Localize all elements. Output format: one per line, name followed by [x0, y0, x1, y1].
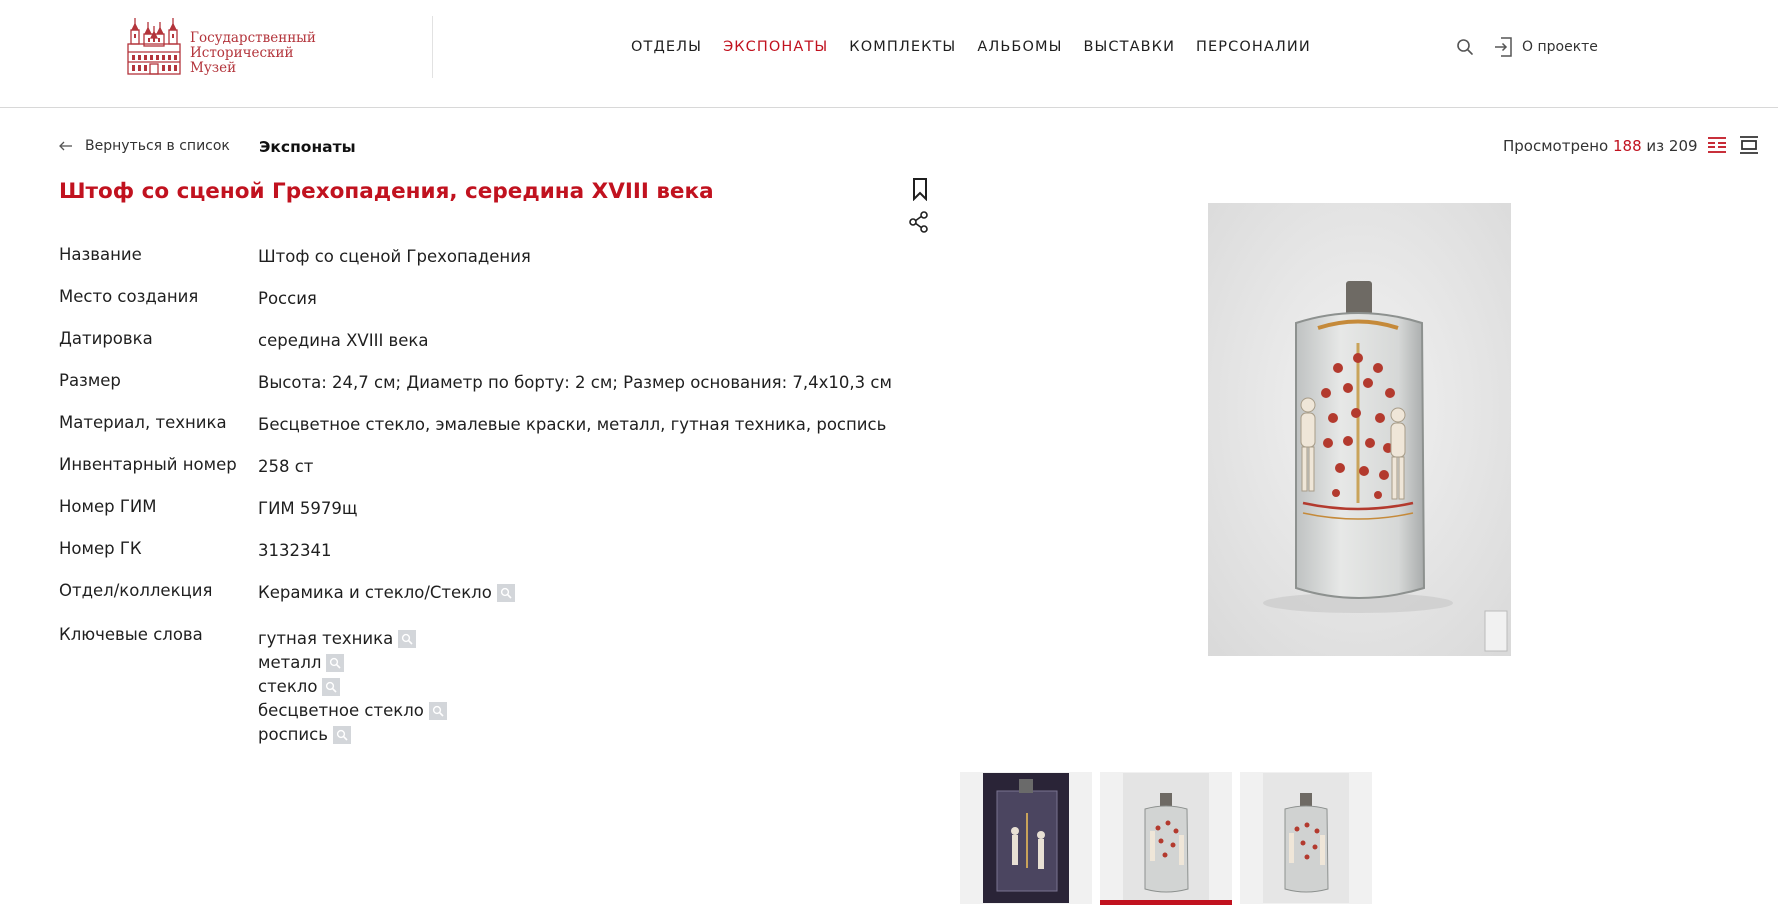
search-icon: [496, 584, 515, 602]
about-project-link[interactable]: О проекте: [1494, 36, 1598, 58]
list-view-toggle[interactable]: [1706, 134, 1728, 156]
field-value: Бесцветное стекло, эмалевые краски, мета…: [258, 415, 887, 434]
bookmark-button[interactable]: [910, 177, 930, 202]
search-icon: [332, 726, 351, 744]
keyword-link[interactable]: роспись: [258, 725, 351, 745]
field-label: Датировка: [59, 329, 153, 348]
back-to-list-link[interactable]: Вернуться в список: [59, 138, 230, 154]
thumbnail-image: [1263, 773, 1349, 903]
field-label: Место создания: [59, 287, 199, 306]
arrow-left-icon: [59, 141, 72, 151]
header-divider: [432, 16, 433, 78]
login-icon: [1495, 37, 1512, 57]
field-value: Штоф со сценой Грехопадения: [258, 247, 531, 266]
field-label: Номер ГИМ: [59, 497, 157, 516]
field-size: Размер Высота: 24,7 см; Диаметр по борту…: [59, 371, 899, 413]
full-view-toggle[interactable]: [1738, 134, 1760, 156]
field-value: 258 ст: [258, 457, 314, 476]
share-button[interactable]: [908, 210, 930, 234]
field-value: ГИМ 5979щ: [258, 499, 358, 518]
thumbnail-2[interactable]: [1100, 772, 1232, 905]
nav-item-persons[interactable]: ПЕРСОНАЛИИ: [1196, 38, 1311, 56]
logo-line-2: Исторический: [190, 45, 294, 61]
full-view-icon: [1740, 136, 1758, 154]
nav-item-albums[interactable]: АЛЬБОМЫ: [977, 38, 1062, 56]
field-name: Название Штоф со сценой Грехопадения: [59, 245, 899, 287]
field-gk-number: Номер ГК 3132341: [59, 539, 899, 581]
field-place: Место создания Россия: [59, 287, 899, 329]
viewed-prefix: Просмотрено: [1503, 137, 1609, 155]
nav-item-exhibitions[interactable]: ВЫСТАВКИ: [1083, 38, 1175, 56]
search-icon: [428, 702, 447, 720]
field-value: Высота: 24,7 см; Диаметр по борту: 2 см;…: [258, 373, 892, 392]
nav-item-sets[interactable]: КОМПЛЕКТЫ: [849, 38, 956, 56]
bottle-photo: [1208, 203, 1511, 656]
keyword-link[interactable]: стекло: [258, 677, 341, 697]
field-label: Название: [59, 245, 142, 264]
collection-search-link[interactable]: Керамика и стекло/Стекло: [258, 583, 515, 603]
field-value: Россия: [258, 289, 317, 308]
thumbnail-image: [1123, 773, 1209, 903]
about-project-label: О проекте: [1522, 39, 1598, 55]
thumbnail-image: [983, 773, 1069, 903]
keyword-text: стекло: [258, 677, 318, 696]
breadcrumb[interactable]: Экспонаты: [259, 138, 356, 156]
keyword-link[interactable]: бесцветное стекло: [258, 701, 447, 721]
field-label: Материал, техника: [59, 413, 227, 432]
viewed-counter: Просмотрено 188 из 209: [1503, 137, 1698, 155]
field-material: Материал, техника Бесцветное стекло, эма…: [59, 413, 899, 455]
field-keywords: Ключевые слова гутная техника металл сте…: [59, 625, 899, 744]
field-label: Размер: [59, 371, 121, 390]
share-icon: [909, 211, 928, 233]
field-label: Инвентарный номер: [59, 455, 237, 474]
object-details: Название Штоф со сценой Грехопадения Мес…: [59, 245, 899, 744]
nav-item-departments[interactable]: ОТДЕЛЫ: [631, 38, 702, 56]
viewed-current: 188: [1612, 137, 1642, 155]
field-collection: Отдел/коллекция Керамика и стекло/Стекло: [59, 581, 899, 625]
field-value: середина XVIII века: [258, 331, 429, 350]
field-label: Отдел/коллекция: [59, 581, 213, 600]
field-label: Ключевые слова: [59, 625, 203, 644]
museum-building-icon: [127, 18, 181, 75]
main-object-image[interactable]: [1208, 203, 1511, 656]
logo-line-1: Государственный: [190, 30, 316, 46]
keyword-text: металл: [258, 653, 322, 672]
field-value: Керамика и стекло/Стекло: [258, 583, 515, 625]
search-icon: [398, 630, 417, 648]
list-view-icon: [1708, 137, 1726, 153]
logo-line-3: Музей: [190, 60, 237, 76]
keyword-link[interactable]: металл: [258, 653, 345, 673]
keyword-text: гутная техника: [258, 629, 394, 648]
field-label: Номер ГК: [59, 539, 142, 558]
keyword-text: бесцветное стекло: [258, 701, 424, 720]
keyword-link[interactable]: гутная техника: [258, 629, 417, 649]
search-button[interactable]: [1456, 38, 1474, 56]
main-nav: ОТДЕЛЫ ЭКСПОНАТЫ КОМПЛЕКТЫ АЛЬБОМЫ ВЫСТА…: [631, 38, 1332, 56]
bookmark-icon: [913, 178, 927, 202]
nav-item-exhibits[interactable]: ЭКСПОНАТЫ: [723, 38, 828, 56]
viewed-total: 209: [1668, 137, 1698, 155]
back-to-list-label: Вернуться в список: [85, 138, 230, 154]
field-inventory: Инвентарный номер 258 ст: [59, 455, 899, 497]
viewed-separator: из: [1646, 137, 1665, 155]
field-gim-number: Номер ГИМ ГИМ 5979щ: [59, 497, 899, 539]
keyword-list: гутная техника металл стекло бесцветное …: [258, 629, 447, 744]
museum-logo[interactable]: Государственный Исторический Музей: [126, 16, 316, 78]
field-dating: Датировка середина XVIII века: [59, 329, 899, 371]
site-header: Государственный Исторический Музей ОТДЕЛ…: [0, 0, 1778, 108]
keyword-text: роспись: [258, 725, 328, 744]
field-value: 3132341: [258, 541, 332, 560]
search-icon: [326, 654, 345, 672]
search-icon: [322, 678, 341, 696]
image-thumbnails: [960, 772, 1380, 905]
thumbnail-3[interactable]: [1240, 772, 1372, 904]
museum-logo-text: Государственный Исторический Музей: [190, 31, 316, 76]
page-title: Штоф со сценой Грехопадения, середина XV…: [59, 179, 714, 204]
search-icon: [1457, 39, 1473, 55]
collection-value: Керамика и стекло/Стекло: [258, 583, 492, 602]
thumbnail-1[interactable]: [960, 772, 1092, 904]
